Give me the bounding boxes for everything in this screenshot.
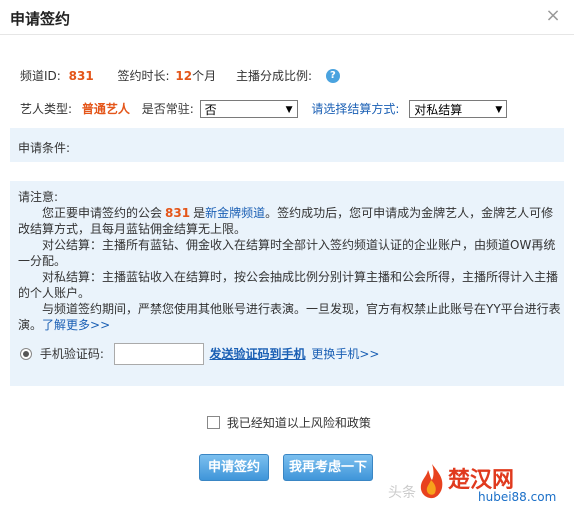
resident-label: 是否常驻:	[141, 101, 194, 116]
share-ratio-label: 主播分成比例:	[235, 68, 313, 83]
url-watermark: hubei88.com	[478, 490, 557, 504]
notice-paragraph-4: 与频道签约期间，严禁您使用其他账号进行表演。一旦发现，官方有权禁止此账号在YY平…	[18, 301, 562, 333]
notice-p1-is: 是	[193, 206, 206, 220]
resident-select[interactable]: 否 ▼	[199, 99, 298, 118]
settlement-label: 请选择结算方式:	[311, 101, 400, 116]
change-phone-link[interactable]: 更换手机>>	[311, 342, 379, 366]
flame-logo-icon	[420, 464, 443, 499]
agree-checkbox[interactable]	[207, 416, 220, 429]
term-label: 签约时长:	[117, 68, 170, 83]
close-icon[interactable]: ×	[544, 7, 562, 25]
term-unit: 个月	[192, 68, 217, 83]
agree-row: 我已经知道以上风险和政策	[207, 414, 371, 430]
phone-verify-row: 手机验证码: 发送验证码到手机 更换手机>>	[20, 341, 380, 365]
term-value: 12	[175, 68, 193, 83]
phone-verify-label: 手机验证码:	[39, 346, 104, 361]
notice-p1-text: 您正要申请签约的公会	[42, 206, 163, 220]
learn-more-link[interactable]: 了解更多>>	[42, 318, 110, 332]
verification-code-input[interactable]	[113, 342, 204, 365]
reconsider-button[interactable]: 我再考虑一下	[283, 454, 373, 481]
channel-id-value: 831	[68, 68, 94, 83]
notice-text: 请注意: 您正要申请签约的公会 831 是新金牌频道。签约成功后，您可申请成为金牌艺…	[18, 189, 562, 333]
conditions-panel: 申请条件:	[10, 128, 564, 162]
resident-select-value: 否	[204, 102, 217, 117]
notice-paragraph-1: 您正要申请签约的公会 831 是新金牌频道。签约成功后，您可申请成为金牌艺人，金牌艺…	[18, 205, 562, 237]
channel-id-label: 频道ID:	[20, 68, 61, 83]
chevron-down-icon: ▼	[285, 104, 293, 115]
channel-info-row: 频道ID: 831 签约时长: 12个月 主播分成比例: ?	[20, 66, 340, 84]
settlement-select-value: 对私结算	[414, 102, 463, 117]
dialog-titlebar: 申请签约 ×	[0, 0, 574, 35]
toutiao-watermark: 头条	[388, 485, 416, 501]
send-code-button[interactable]: 发送验证码到手机	[210, 342, 306, 366]
settlement-select[interactable]: 对私结算 ▼	[409, 99, 508, 118]
conditions-label: 申请条件:	[18, 141, 71, 155]
help-icon[interactable]: ?	[325, 68, 340, 83]
notice-guild-id: 831	[165, 206, 191, 220]
apply-button[interactable]: 申请签约	[199, 454, 269, 481]
gold-channel-link[interactable]: 新金牌频道	[205, 206, 265, 220]
notice-paragraph-3: 对私结算：主播蓝钻收入在结算时，按公会抽成比例分别计算主播和公会所得，主播所得计…	[18, 270, 559, 300]
artist-type-label: 艺人类型:	[20, 101, 73, 116]
dialog-title: 申请签约	[10, 10, 71, 28]
artist-type-value: 普通艺人	[81, 101, 130, 116]
chevron-down-icon: ▼	[495, 104, 503, 115]
settings-row: 艺人类型: 普通艺人 是否常驻: 否 ▼ 请选择结算方式: 对私结算 ▼	[20, 98, 508, 118]
notice-paragraph-2: 对公结算：主播所有蓝钻、佣金收入在结算时全部计入签约频道认证的企业账户，由频道O…	[18, 238, 556, 268]
phone-verify-radio[interactable]	[20, 347, 32, 360]
notice-heading: 请注意:	[18, 190, 59, 204]
agree-label: 我已经知道以上风险和政策	[226, 415, 371, 430]
